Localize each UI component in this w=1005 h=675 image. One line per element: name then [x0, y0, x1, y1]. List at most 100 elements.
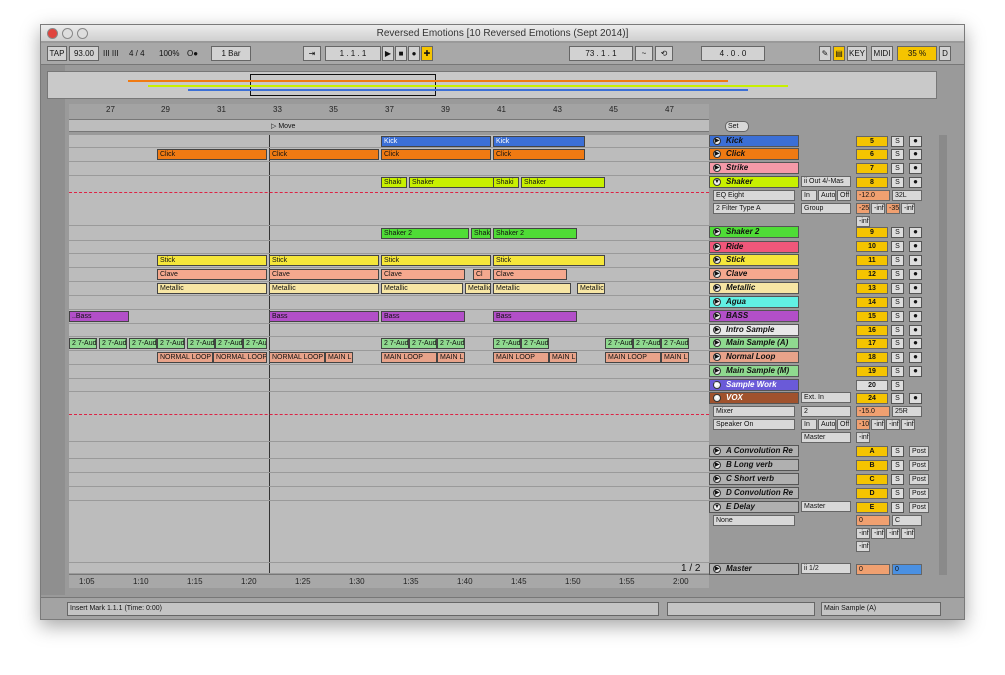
tempo-field[interactable]: 93.00 [69, 46, 99, 61]
clip[interactable]: Stick [269, 255, 379, 266]
fold-icon[interactable]: ▶ [713, 367, 721, 375]
computer-midi-icon[interactable]: ▤ [833, 46, 845, 61]
pan-field[interactable]: 25R [892, 406, 922, 417]
stop-icon[interactable]: ■ [395, 46, 407, 61]
nudge-buttons[interactable]: III III [103, 46, 119, 61]
fold-icon[interactable]: ▶ [713, 270, 721, 278]
volume-field[interactable]: 0 [856, 515, 890, 526]
fold-icon[interactable]: ▶ [713, 326, 721, 334]
fold-icon[interactable]: ▼ [713, 394, 721, 402]
pan-field[interactable]: C [892, 515, 922, 526]
track-activator[interactable]: 16 [856, 325, 888, 336]
clip[interactable]: 2 7-Aud [493, 338, 521, 349]
locator-move[interactable]: ▷ Move [271, 122, 295, 130]
post-button[interactable]: Post [909, 488, 929, 499]
solo-button[interactable]: S [891, 325, 904, 336]
beat-ruler[interactable]: 27 29 31 33 35 37 39 41 43 45 47 [69, 104, 709, 120]
clip[interactable]: MAIN LOOP [493, 352, 549, 363]
arm-button[interactable]: ● [909, 352, 922, 363]
return-activator[interactable]: A [856, 446, 888, 457]
lane-clave[interactable]: Clave Clave Clave Cl Clave [69, 268, 709, 282]
solo-button[interactable]: S [891, 488, 904, 499]
clip[interactable]: Stick [381, 255, 491, 266]
metronome-toggle[interactable]: O● [187, 46, 198, 61]
follow-toggle[interactable]: ⇥ [303, 46, 321, 61]
lane-return-a[interactable] [69, 445, 709, 459]
lane-ride[interactable] [69, 241, 709, 254]
arrangement-view[interactable]: Kick Kick Click Click Click Click Shaki … [69, 135, 709, 573]
monitor-auto[interactable]: Auto [818, 419, 836, 430]
track-header-vox[interactable]: ▼ VOX [709, 392, 799, 404]
lane-stick[interactable]: Stick Stick Stick Stick [69, 254, 709, 268]
arm-button[interactable]: ● [909, 311, 922, 322]
arm-button[interactable]: ● [909, 269, 922, 280]
track-activator[interactable]: 10 [856, 241, 888, 252]
lane-bass[interactable]: ..Bass Bass Bass Bass [69, 310, 709, 324]
tap-button[interactable]: TAP [47, 46, 67, 61]
post-button[interactable]: Post [909, 446, 929, 457]
send-c[interactable]: -35 [886, 203, 900, 214]
send-e[interactable]: -inf [856, 541, 870, 552]
clip[interactable]: 2 7-Aud [437, 338, 465, 349]
track-header-metallic[interactable]: ▶ Metallic [709, 282, 799, 294]
clip[interactable]: MAIN LOOP [381, 352, 437, 363]
send-a[interactable]: -inf [856, 528, 870, 539]
solo-button[interactable]: S [891, 446, 904, 457]
post-button[interactable]: Post [909, 474, 929, 485]
arm-button[interactable]: ● [909, 325, 922, 336]
input-select[interactable]: Ext. In [801, 392, 851, 403]
clip[interactable]: MAIN L [437, 352, 465, 363]
parameter-select[interactable]: 2 Filter Type A [713, 203, 795, 214]
clip[interactable]: NORMAL LOOP [269, 352, 325, 363]
track-activator[interactable]: 9 [856, 227, 888, 238]
clip[interactable]: 2 7-Aud [605, 338, 633, 349]
record-icon[interactable]: ● [408, 46, 420, 61]
fold-icon[interactable]: ▶ [713, 461, 721, 469]
monitor-auto[interactable]: Auto [818, 190, 836, 201]
send-a[interactable]: -10 [856, 419, 870, 430]
track-header-agua[interactable]: ▶ Agua [709, 296, 799, 308]
clip[interactable]: 2 7-Aud [187, 338, 215, 349]
lane-main-sample-m[interactable] [69, 365, 709, 379]
clip[interactable]: 2 7-Aud [157, 338, 185, 349]
lane-strike[interactable] [69, 162, 709, 176]
track-activator[interactable]: 11 [856, 255, 888, 266]
solo-button[interactable]: S [891, 136, 904, 147]
solo-button[interactable]: S [891, 380, 904, 391]
track-header-sample-work[interactable]: ▶ Sample Work [709, 379, 799, 391]
set-button[interactable]: Set [725, 121, 749, 132]
track-header-strike[interactable]: ▶ Strike [709, 162, 799, 174]
clip[interactable]: Metallic [269, 283, 379, 294]
lane-return-d[interactable] [69, 487, 709, 501]
output-select[interactable]: Master [801, 432, 851, 443]
solo-button[interactable]: S [891, 163, 904, 174]
return-activator[interactable]: B [856, 460, 888, 471]
track-header-return-c[interactable]: ▶ C Short verb [709, 473, 799, 485]
track-header-stick[interactable]: ▶ Stick [709, 254, 799, 266]
clip[interactable]: 2 7-Aud [409, 338, 437, 349]
arm-button[interactable]: ● [909, 297, 922, 308]
send-c[interactable]: -inf [886, 419, 900, 430]
arm-button[interactable]: ● [909, 136, 922, 147]
lane-click[interactable]: Click Click Click Click [69, 148, 709, 162]
minimize-button[interactable] [62, 28, 73, 39]
clip[interactable]: Metallic [465, 283, 491, 294]
solo-button[interactable]: S [891, 283, 904, 294]
clip[interactable]: MAIN L [661, 352, 689, 363]
track-header-shaker[interactable]: ▼ Shaker [709, 176, 799, 188]
device-select[interactable]: None [713, 515, 795, 526]
track-header-shaker-2[interactable]: ▶ Shaker 2 [709, 226, 799, 238]
solo-button[interactable]: S [891, 311, 904, 322]
arrangement-position[interactable]: 1 . 1 . 1 [325, 46, 381, 61]
lane-intro-sample[interactable] [69, 324, 709, 337]
clip[interactable]: 2 7-Aud [381, 338, 409, 349]
track-header-ride[interactable]: ▶ Ride [709, 241, 799, 253]
solo-button[interactable]: S [891, 352, 904, 363]
lane-metallic[interactable]: Metallic Metallic Metallic Metallic Meta… [69, 282, 709, 296]
track-header-clave[interactable]: ▶ Clave [709, 268, 799, 280]
send-a[interactable]: -25 [856, 203, 870, 214]
send-e[interactable]: -inf [856, 432, 870, 443]
fold-icon[interactable]: ▶ [713, 243, 721, 251]
loop-length-field[interactable]: 4 . 0 . 0 [701, 46, 765, 61]
output-select[interactable]: ii Out 4/-Mas [801, 176, 851, 187]
